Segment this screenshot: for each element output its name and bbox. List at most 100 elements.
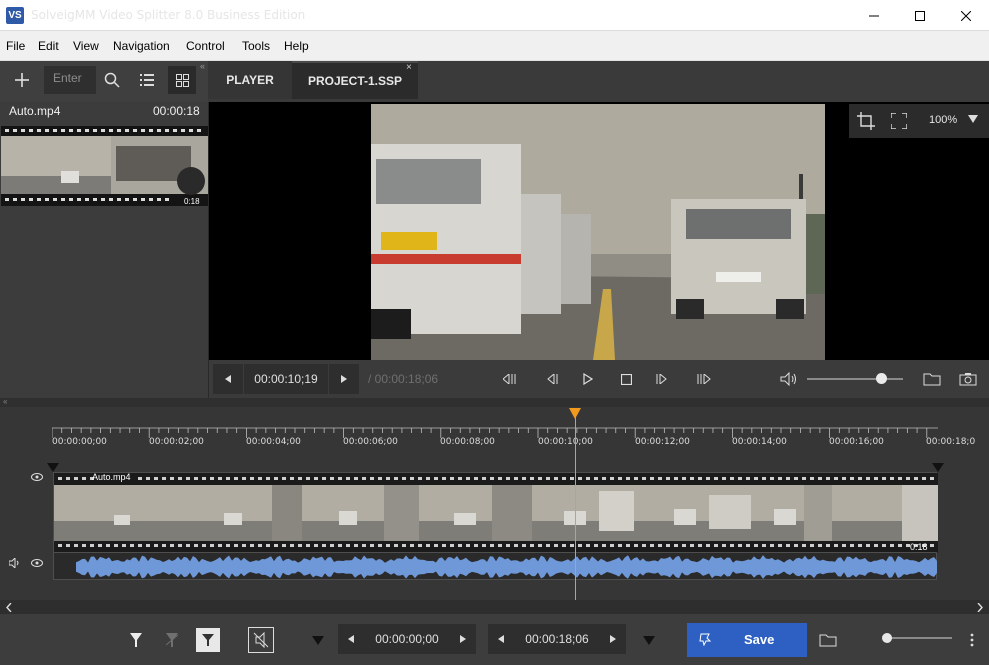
in-marker[interactable] — [47, 463, 59, 472]
open-folder-button[interactable] — [920, 369, 944, 389]
scroll-right-button[interactable] — [974, 601, 986, 613]
app-icon: VS — [6, 7, 24, 24]
film-sprocket — [770, 544, 774, 547]
crop-button[interactable] — [853, 109, 879, 133]
menu-view[interactable]: View — [73, 39, 99, 53]
marker-icon — [130, 633, 142, 647]
frame-back-button[interactable] — [213, 364, 243, 394]
menu-file[interactable]: File — [6, 39, 25, 53]
stop-button[interactable] — [616, 370, 636, 388]
video-track[interactable] — [53, 472, 938, 553]
timeline-zoom-handle[interactable] — [882, 633, 892, 643]
next-marker-button[interactable] — [694, 370, 714, 388]
menu-control[interactable]: Control — [186, 39, 225, 53]
audio-track-mute[interactable] — [7, 557, 23, 569]
scroll-left-button[interactable] — [3, 601, 15, 613]
frame-forward-button[interactable] — [329, 364, 359, 394]
film-sprocket — [330, 477, 334, 480]
zoom-dropdown[interactable] — [966, 112, 980, 126]
collapse-timeline-icon[interactable]: « — [3, 397, 7, 406]
film-sprocket — [130, 544, 134, 547]
menu-tools[interactable]: Tools — [242, 39, 270, 53]
playhead-handle[interactable] — [569, 408, 581, 419]
add-marker-button[interactable] — [126, 630, 146, 650]
film-sprocket — [250, 544, 254, 547]
end-time-field[interactable]: 00:00:18;06 — [488, 624, 626, 654]
timeline-zoom-slider[interactable] — [887, 637, 952, 639]
film-sprocket — [146, 477, 150, 480]
film-sprocket — [730, 477, 734, 480]
video-frame[interactable] — [371, 104, 825, 360]
tab-player[interactable]: PLAYER — [208, 61, 292, 99]
film-sprocket — [82, 477, 86, 480]
film-sprocket — [890, 544, 894, 547]
film-sprocket — [458, 477, 462, 480]
next-frame-button[interactable] — [652, 370, 672, 388]
menu-navigation[interactable]: Navigation — [113, 39, 170, 53]
film-sprocket — [738, 544, 742, 547]
out-marker[interactable] — [932, 463, 944, 472]
grid-view-button[interactable] — [168, 66, 196, 94]
film-sprocket — [762, 544, 766, 547]
total-duration: / 00:00:18;06 — [368, 372, 439, 386]
film-sprocket — [474, 477, 478, 480]
list-view-button[interactable] — [134, 67, 160, 93]
menu-help[interactable]: Help — [284, 39, 309, 53]
remove-marker-button[interactable] — [162, 630, 182, 650]
save-button[interactable]: Save — [687, 623, 807, 657]
film-sprocket — [714, 544, 718, 547]
film-sprocket — [146, 544, 150, 547]
film-sprocket — [378, 477, 382, 480]
marker-mode-button[interactable] — [196, 628, 220, 652]
panel-splitter[interactable] — [0, 398, 989, 407]
film-sprocket — [218, 544, 222, 547]
cut-segment-button[interactable] — [248, 627, 274, 653]
play-button[interactable] — [578, 370, 598, 388]
film-sprocket — [882, 477, 886, 480]
snapshot-button[interactable] — [955, 369, 981, 389]
film-sprocket — [690, 544, 694, 547]
add-file-button[interactable] — [8, 67, 36, 93]
more-options-button[interactable] — [965, 630, 979, 650]
search-button[interactable] — [99, 67, 125, 93]
audio-track[interactable] — [53, 552, 937, 580]
tab-project[interactable]: PROJECT-1.SSP — [292, 61, 418, 99]
volume-slider-handle[interactable] — [876, 373, 887, 384]
film-sprocket — [682, 544, 686, 547]
film-sprocket — [706, 477, 710, 480]
film-sprocket — [290, 477, 294, 480]
current-time-field[interactable]: 00:00:10;19 — [244, 364, 328, 394]
film-sprocket — [658, 477, 662, 480]
out-point-dropdown[interactable] — [641, 633, 657, 647]
film-sprocket — [258, 477, 262, 480]
film-sprocket — [698, 544, 702, 547]
film-sprocket — [362, 477, 366, 480]
film-sprocket — [634, 477, 638, 480]
volume-slider[interactable] — [807, 378, 903, 380]
mute-button[interactable] — [777, 369, 799, 389]
fullscreen-button[interactable] — [887, 109, 911, 133]
maximize-button[interactable] — [897, 0, 943, 31]
film-sprocket — [802, 477, 806, 480]
collapse-panel-icon[interactable]: « — [200, 61, 205, 71]
prev-frame-button[interactable] — [542, 370, 562, 388]
start-time-field[interactable]: 00:00:00;00 — [338, 624, 476, 654]
film-sprocket — [626, 544, 630, 547]
in-point-dropdown[interactable] — [310, 633, 326, 647]
playhead-line[interactable] — [575, 411, 576, 600]
zoom-level[interactable]: 100% — [929, 114, 957, 126]
track-clip-duration: 0:18 — [910, 542, 928, 552]
audio-track-visibility[interactable] — [29, 557, 45, 569]
menu-edit[interactable]: Edit — [38, 39, 59, 53]
minimize-button[interactable] — [851, 0, 897, 31]
timeline-scrollbar[interactable] — [0, 600, 989, 614]
film-sprocket — [58, 477, 62, 480]
film-sprocket — [314, 544, 318, 547]
close-tab-icon[interactable]: × — [406, 62, 412, 73]
video-track-visibility[interactable] — [29, 471, 45, 483]
prev-marker-button[interactable] — [500, 370, 520, 388]
output-folder-button[interactable] — [816, 630, 840, 650]
search-input[interactable]: Enter — [44, 66, 96, 94]
close-button[interactable] — [943, 0, 989, 31]
clip-thumbnail[interactable] — [1, 126, 208, 206]
